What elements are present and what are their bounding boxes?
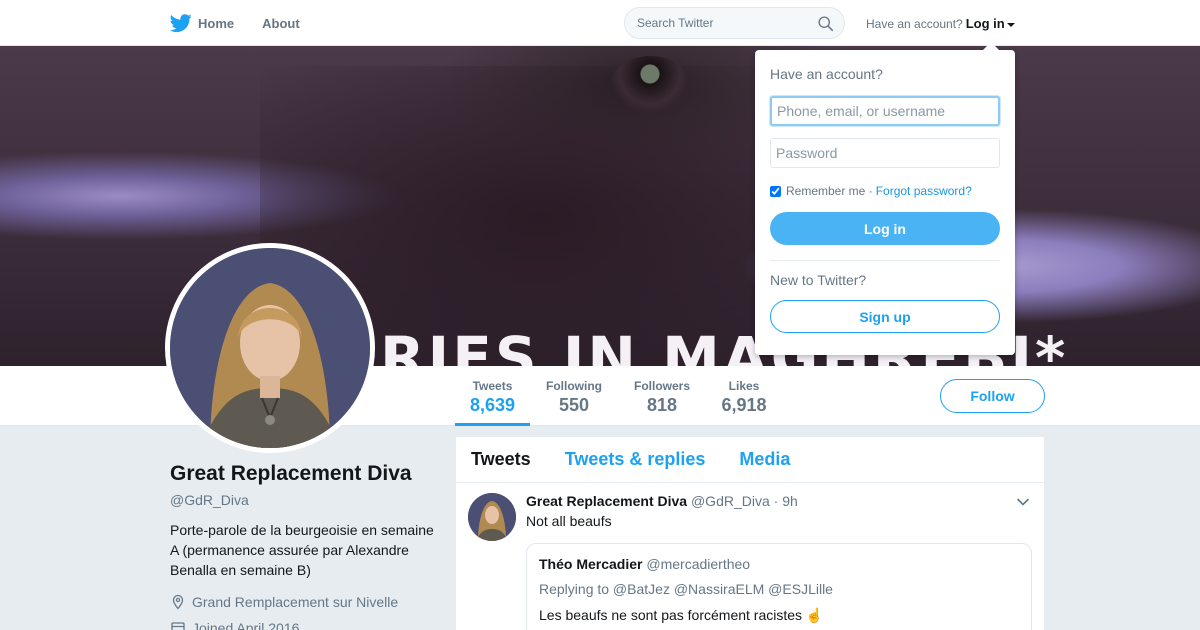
signup-button[interactable]: Sign up [770,300,1000,333]
login-dropdown-title: Have an account? [770,66,883,82]
login-dropdown: Have an account? Remember me · Forgot pa… [755,42,1015,355]
stat-value: 550 [558,395,590,415]
chevron-down-icon[interactable] [1006,22,1015,27]
chevron-down-icon[interactable] [1016,495,1030,509]
stat-value: 6,918 [721,395,767,415]
tab-tweets-replies[interactable]: Tweets & replies [565,449,706,470]
nav-left: Home About [170,0,328,46]
profile-card: Great Replacement Diva @GdR_Diva Porte-p… [170,462,440,630]
password-field[interactable] [770,138,1000,168]
quoted-replying-to: Replying to @BatJez @NassiraELM @ESJLill… [539,581,833,597]
tab-tweets[interactable]: Tweets [471,449,531,470]
profile-joined-text: Joined April 2016 [192,620,300,630]
stat-label: Following [546,379,602,393]
stat-likes[interactable]: Likes 6,918 [714,366,774,426]
calendar-icon [171,622,185,630]
remember-me-label[interactable]: Remember me [786,184,865,198]
stat-followers[interactable]: Followers 818 [628,366,696,426]
tweet-author-name[interactable]: Great Replacement Diva [526,493,687,509]
stat-label: Tweets [472,379,513,393]
quoted-tweet-text: Les beaufs ne sont pas forcément raciste… [539,607,824,623]
profile-handle[interactable]: @GdR_Diva [170,492,440,508]
stat-following[interactable]: Following 550 [540,366,608,426]
username-field[interactable] [770,96,1000,126]
login-menu-toggle[interactable]: Log in [966,16,1005,31]
profile-location: Grand Remplacement sur Nivelle [170,594,440,610]
quoted-tweet[interactable]: Théo Mercadier @mercadiertheo Replying t… [526,543,1032,630]
stat-label: Followers [633,379,690,393]
divider [770,260,1000,261]
search-icon[interactable] [817,15,834,32]
tweet-author-handle[interactable]: @GdR_Diva [691,493,770,509]
quoted-author-handle: @mercadiertheo [646,556,751,572]
stat-value: 818 [646,395,678,415]
remember-me-row: Remember me · Forgot password? [770,184,1000,198]
profile-bio: Porte-parole de la beurgeoisie en semain… [170,522,434,578]
location-pin-icon [172,594,184,610]
tweet-timestamp[interactable]: · 9h [774,493,798,509]
nav-about-link[interactable]: About [262,16,300,31]
separator: · [868,184,873,198]
profile-avatar[interactable] [165,243,375,453]
tweet-item[interactable]: Great Replacement Diva @GdR_Diva · 9h No… [456,483,1044,630]
login-button[interactable]: Log in [770,212,1000,245]
banner-image-detail [610,56,690,116]
remember-me-checkbox[interactable] [770,185,781,197]
tweet-avatar[interactable] [468,493,516,541]
quoted-tweet-header: Théo Mercadier @mercadiertheo [539,556,1019,572]
tab-media[interactable]: Media [739,449,790,470]
search-input[interactable] [625,8,805,38]
profile-joined: Joined April 2016 [170,620,440,630]
profile-name[interactable]: Great Replacement Diva [170,462,440,486]
stat-value: 8,639 [469,395,516,415]
account-menu: Have an account? Log in [866,16,1015,31]
tweet-avatar-portrait [468,493,516,541]
follow-button[interactable]: Follow [940,379,1045,413]
timeline-tabs: Tweets Tweets & replies Media [456,437,1044,483]
new-to-twitter-label: New to Twitter? [770,272,867,288]
search-box [624,7,845,39]
top-navigation: Home About Have an account?Log in [0,0,1200,46]
profile-location-text: Grand Remplacement sur Nivelle [192,594,399,610]
stat-tweets[interactable]: Tweets 8,639 [455,366,530,426]
twitter-bird-icon[interactable] [170,12,192,34]
nav-home-link[interactable]: Home [198,16,234,31]
account-prompt: Have an account? [866,17,963,31]
tweet-header: Great Replacement Diva @GdR_Diva · 9h [526,493,1032,509]
tweet-text: Not all beaufs [526,513,612,529]
avatar-portrait [170,248,370,448]
forgot-password-link[interactable]: Forgot password? [876,184,972,198]
stat-label: Likes [728,379,760,393]
quoted-author-name: Théo Mercadier [539,556,643,572]
timeline: Tweets Tweets & replies Media Great Repl… [456,437,1044,630]
